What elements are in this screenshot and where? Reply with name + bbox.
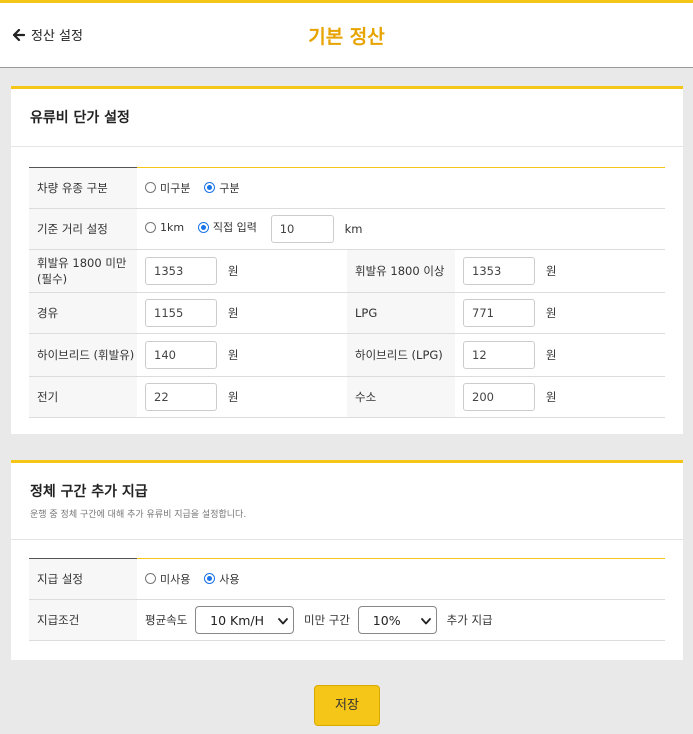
distance-label: 기준 거리 설정 (29, 208, 137, 250)
hydrogen-label: 수소 (347, 376, 455, 418)
diesel-lpg-row: 경유 1155 원 LPG 771 원 (29, 292, 665, 334)
lpg-input[interactable]: 771 (463, 299, 535, 327)
gasoline-lt1800-input[interactable]: 1353 (145, 257, 217, 285)
speed-select-value: 10 Km/H (210, 612, 265, 628)
chevron-down-icon (420, 613, 431, 628)
radio-unused[interactable]: 미사용 (145, 571, 190, 587)
payment-setting-row: 지급 설정 미사용 사용 (29, 558, 665, 600)
lpg-unit: 원 (545, 306, 557, 320)
radio-undivided[interactable]: 미구분 (145, 180, 190, 196)
radio-undivided-label: 미구분 (160, 181, 191, 195)
radio-used-circle (204, 573, 216, 585)
diesel-label: 경유 (29, 292, 137, 334)
percent-select[interactable]: 10% (357, 606, 437, 634)
electric-label: 전기 (29, 376, 137, 418)
congestion-panel-description: 운행 중 정체 구간에 대해 추가 유류비 지급을 설정합니다. (30, 510, 247, 520)
gasoline-ge1800-label: 휘발유 1800 이상 (347, 249, 455, 293)
payment-condition-row: 지급조건 평균속도 10 Km/H 미만 구간 10% 추가 지급 (29, 599, 665, 641)
gasoline-row: 휘발유 1800 미만 (필수) 1353 원 휘발유 1800 이상 1353… (29, 249, 665, 293)
radio-1km-label: 1km (160, 220, 185, 234)
radio-divided-label: 구분 (219, 181, 240, 195)
gasoline-ge1800-unit: 원 (545, 264, 557, 278)
radio-unused-label: 미사용 (160, 572, 191, 586)
radio-1km-circle (145, 221, 156, 233)
fuel-panel-header: 유류비 단가 설정 (11, 89, 683, 147)
distance-unit: km (344, 222, 363, 236)
congestion-form-table: 지급 설정 미사용 사용 지급조건 평균속도 10 Km/H 미만 구간 10%… (29, 558, 665, 641)
distance-input[interactable]: 10 (270, 215, 334, 243)
lpg-label: LPG (347, 292, 455, 334)
hydrogen-input[interactable]: 200 (463, 383, 535, 411)
chevron-down-icon (278, 613, 289, 628)
diesel-input[interactable]: 1155 (145, 299, 217, 327)
congestion-panel-header: 정체 구간 추가 지급 운행 중 정체 구간에 대해 추가 유류비 지급을 설정… (11, 463, 683, 540)
hydrogen-unit: 원 (545, 390, 557, 404)
radio-1km[interactable]: 1km (145, 221, 184, 234)
radio-divided-circle (204, 182, 216, 194)
gasoline-ge1800-input[interactable]: 1353 (463, 257, 535, 285)
diesel-unit: 원 (227, 306, 239, 320)
electric-input[interactable]: 22 (145, 383, 217, 411)
radio-undivided-circle (145, 182, 156, 194)
avg-speed-label: 평균속도 (145, 613, 188, 627)
vehicle-type-row: 차량 유종 구분 미구분 구분 (29, 167, 665, 209)
hybrid-gasoline-unit: 원 (227, 348, 239, 362)
fuel-form-table: 차량 유종 구분 미구분 구분 기준 거리 설정 1km 직접 입력 10 km… (29, 167, 665, 418)
radio-direct-input[interactable]: 직접 입력 (197, 219, 257, 235)
below-section-label: 미만 구간 (303, 613, 350, 627)
top-header: 정산 설정 기본 정산 (0, 0, 693, 68)
radio-direct-input-circle (197, 221, 209, 233)
hybrid-gasoline-input[interactable]: 140 (145, 341, 217, 369)
congestion-panel-title: 정체 구간 추가 지급 (30, 484, 148, 500)
hybrid-gasoline-label: 하이브리드 (휘발유) (29, 333, 137, 377)
fuel-panel-title: 유류비 단가 설정 (30, 110, 130, 126)
hybrid-row: 하이브리드 (휘발유) 140 원 하이브리드 (LPG) 12 원 (29, 333, 665, 377)
radio-unused-circle (145, 573, 156, 585)
radio-used-label: 사용 (219, 572, 240, 586)
hybrid-lpg-unit: 원 (545, 348, 557, 362)
hybrid-lpg-label: 하이브리드 (LPG) (347, 333, 455, 377)
congestion-panel: 정체 구간 추가 지급 운행 중 정체 구간에 대해 추가 유류비 지급을 설정… (11, 460, 683, 660)
distance-row: 기준 거리 설정 1km 직접 입력 10 km (29, 208, 665, 250)
hybrid-lpg-input[interactable]: 12 (463, 341, 535, 369)
radio-divided[interactable]: 구분 (204, 180, 239, 196)
page-title: 기본 정산 (308, 26, 385, 48)
electric-hydrogen-row: 전기 22 원 수소 200 원 (29, 376, 665, 418)
payment-condition-label: 지급조건 (29, 599, 137, 641)
percent-select-value: 10% (372, 612, 401, 628)
gasoline-lt1800-unit: 원 (227, 264, 239, 278)
speed-select[interactable]: 10 Km/H (195, 606, 295, 634)
fuel-cost-panel: 유류비 단가 설정 차량 유종 구분 미구분 구분 기준 거리 설정 1km 직… (11, 86, 683, 434)
save-button[interactable]: 저장 (314, 685, 380, 726)
electric-unit: 원 (227, 390, 239, 404)
payment-setting-label: 지급 설정 (29, 558, 137, 600)
radio-direct-input-label: 직접 입력 (212, 221, 257, 234)
vehicle-type-label: 차량 유종 구분 (29, 167, 137, 209)
extra-payment-label: 추가 지급 (446, 613, 493, 627)
radio-used[interactable]: 사용 (204, 571, 239, 587)
gasoline-lt1800-label: 휘발유 1800 미만 (필수) (29, 249, 137, 293)
